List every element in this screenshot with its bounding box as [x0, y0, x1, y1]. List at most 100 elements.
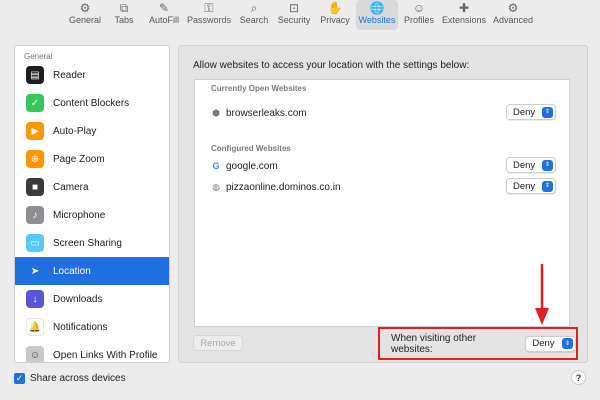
share-label: Share across devices [30, 373, 126, 384]
select-value: Deny [532, 338, 555, 349]
notifications-icon: 🔔 [26, 318, 44, 336]
gears-icon: ⚙ [507, 1, 519, 15]
sidebar-item-label: Content Blockers [53, 97, 130, 109]
site-row-browserleaks[interactable]: ⬢ browserleaks.com Deny ⇕ [211, 104, 556, 122]
toolbar-label: Passwords [186, 15, 231, 25]
sidebar-item-label: Location [53, 265, 91, 277]
toolbar-autofill[interactable]: ✎ AutoFill [144, 0, 184, 30]
other-websites-label: When visiting other websites: [391, 332, 477, 355]
help-button[interactable]: ? [571, 370, 586, 385]
sidebar-item-label: Open Links With Profile [53, 349, 158, 361]
site-row-pizzaonline[interactable]: ◍ pizzaonline.dominos.co.in Deny ⇕ [211, 178, 556, 196]
sidebar-item-label: Screen Sharing [53, 237, 122, 249]
sidebar-item-page-zoom[interactable]: ⊕ Page Zoom [15, 145, 169, 173]
content-blockers-icon: ✓ [26, 94, 44, 112]
sidebar-item-downloads[interactable]: ↓ Downloads [15, 285, 169, 313]
location-icon: ➤ [26, 262, 44, 280]
sidebar-header: General [24, 52, 53, 61]
sidebar-item-label: Microphone [53, 209, 106, 221]
select-value: Deny [513, 180, 536, 192]
tabs-icon: ⧉ [119, 1, 129, 15]
sidebar-item-auto-play[interactable]: ▶ Auto-Play [15, 117, 169, 145]
sidebar-item-reader[interactable]: ▤ Reader [15, 61, 169, 89]
sidebar-item-open-links-with-profile[interactable]: ☺ Open Links With Profile [15, 341, 169, 362]
toolbar-security[interactable]: ⊡ Security [274, 0, 314, 30]
screen-sharing-icon: ▭ [26, 234, 44, 252]
toolbar-label: AutoFill [148, 15, 179, 25]
site-name: google.com [226, 160, 278, 172]
select-value: Deny [513, 106, 536, 118]
share-across-devices[interactable]: ✓ Share across devices [14, 373, 126, 384]
toolbar-label: Advanced [492, 15, 534, 25]
toolbar-tabs[interactable]: ⧉ Tabs [108, 0, 140, 30]
toolbar-advanced[interactable]: ⚙ Advanced [490, 0, 536, 30]
lock-icon: ⊡ [288, 1, 300, 15]
sidebar: General ▤ Reader ✓ Content Blockers ▶ Au… [14, 45, 170, 363]
globe-favicon-icon: ◍ [212, 181, 220, 192]
page-zoom-icon: ⊕ [26, 150, 44, 168]
other-websites-select[interactable]: Deny ⇕ [525, 335, 576, 352]
autofill-icon: ✎ [158, 1, 170, 15]
currently-open-header: Currently Open Websites [211, 84, 307, 93]
site-permission-select[interactable]: Deny ⇕ [506, 104, 556, 120]
toolbar-profiles[interactable]: ☺ Profiles [400, 0, 438, 30]
sidebar-item-screen-sharing[interactable]: ▭ Screen Sharing [15, 229, 169, 257]
autoplay-icon: ▶ [26, 122, 44, 140]
toolbar-search[interactable]: ⌕ Search [236, 0, 272, 30]
select-value: Deny [513, 159, 536, 171]
toolbar-label: Websites [358, 15, 396, 25]
sidebar-item-label: Camera [53, 181, 89, 193]
sidebar-item-content-blockers[interactable]: ✓ Content Blockers [15, 89, 169, 117]
sidebar-item-microphone[interactable]: ♪ Microphone [15, 201, 169, 229]
chevron-updown-icon: ⇕ [542, 159, 553, 171]
checkbox-checked-icon[interactable]: ✓ [14, 373, 25, 384]
preferences-toolbar: ⚙ General ⧉ Tabs ✎ AutoFill ⚿ Passwords … [0, 0, 600, 30]
toolbar-label: Privacy [320, 15, 350, 25]
sidebar-item-label: Page Zoom [53, 153, 105, 165]
toolbar-label: Profiles [403, 15, 434, 25]
sidebar-item-camera[interactable]: ■ Camera [15, 173, 169, 201]
other-websites-setting: When visiting other websites: Deny ⇕ [378, 327, 578, 360]
toolbar-label: Search [239, 15, 269, 25]
chevron-updown-icon: ⇕ [562, 338, 573, 349]
sidebar-item-label: Notifications [53, 321, 108, 333]
microphone-icon: ♪ [26, 206, 44, 224]
camera-icon: ■ [26, 178, 44, 196]
key-icon: ⚿ [204, 1, 214, 15]
sidebar-item-label: Downloads [53, 293, 103, 305]
site-row-google[interactable]: G google.com Deny ⇕ [211, 157, 556, 175]
toolbar-extensions[interactable]: ✚ Extensions [440, 0, 488, 30]
google-favicon-icon: G [212, 161, 220, 171]
annotation-arrow-icon [535, 264, 549, 325]
downloads-icon: ↓ [26, 290, 44, 308]
toolbar-label: Extensions [441, 15, 487, 25]
location-settings-panel: Allow websites to access your location w… [178, 45, 588, 363]
site-permission-select[interactable]: Deny ⇕ [506, 157, 556, 173]
toolbar-label: Security [277, 15, 311, 25]
globe-icon: 🌐 [369, 1, 385, 15]
gear-icon: ⚙ [79, 1, 91, 15]
websites-list[interactable]: Currently Open Websites ⬢ browserleaks.c… [194, 79, 570, 327]
toolbar-privacy[interactable]: ✋ Privacy [316, 0, 354, 30]
toolbar-label: Tabs [114, 15, 134, 25]
toolbar-passwords[interactable]: ⚿ Passwords [186, 0, 232, 30]
site-name: browserleaks.com [226, 107, 307, 119]
remove-button[interactable]: Remove [193, 335, 243, 351]
sidebar-item-location[interactable]: ➤ Location [15, 257, 169, 285]
sidebar-item-label: Reader [53, 69, 86, 81]
hand-icon: ✋ [327, 1, 343, 15]
search-icon: ⌕ [250, 1, 258, 15]
site-name: pizzaonline.dominos.co.in [226, 181, 341, 193]
chevron-updown-icon: ⇕ [542, 106, 553, 118]
panel-description: Allow websites to access your location w… [193, 60, 470, 71]
toolbar-label: General [68, 15, 102, 25]
configured-websites-header: Configured Websites [211, 144, 291, 153]
profile-icon: ☺ [26, 346, 44, 362]
sidebar-item-notifications[interactable]: 🔔 Notifications [15, 313, 169, 341]
toolbar-websites[interactable]: 🌐 Websites [356, 0, 398, 30]
toolbar-general[interactable]: ⚙ General [62, 0, 108, 30]
puzzle-icon: ✚ [458, 1, 470, 15]
site-permission-select[interactable]: Deny ⇕ [506, 178, 556, 194]
person-icon: ☺ [412, 1, 426, 15]
site-favicon-icon: ⬢ [212, 107, 220, 118]
